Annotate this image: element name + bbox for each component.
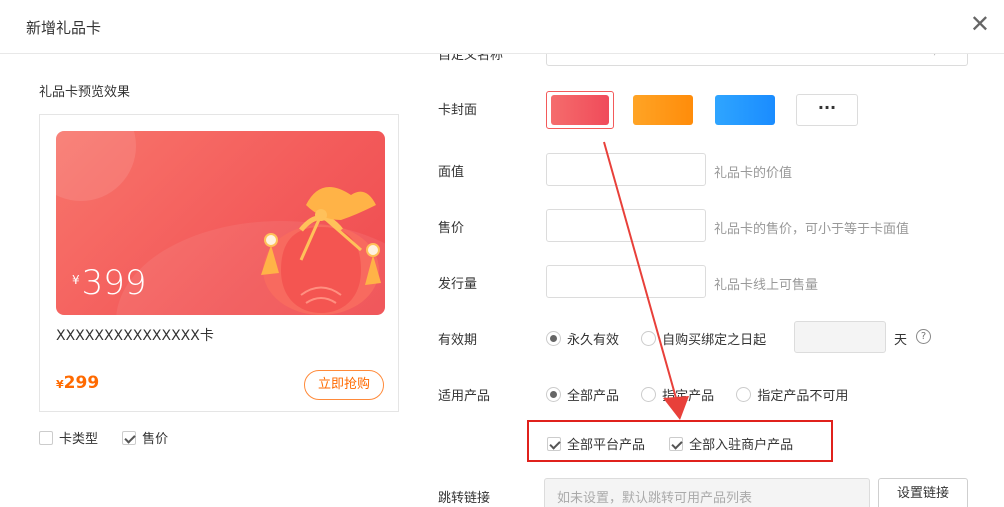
link-label: 跳转链接	[438, 491, 491, 506]
gift-card-preview: ¥399	[56, 131, 385, 315]
from-purchase-label: 自购买绑定之日起	[662, 333, 767, 348]
radio-excluded-products[interactable]	[736, 387, 752, 402]
sale-price: ¥299	[56, 373, 99, 393]
excluded-products-label: 指定产品不可用	[757, 389, 849, 404]
price-checkbox[interactable]	[122, 430, 137, 445]
all-platform-products-option[interactable]: 全部平台产品	[547, 434, 645, 453]
quantity-hint: 礼品卡线上可售量	[714, 278, 819, 293]
radio-from-purchase[interactable]	[641, 331, 657, 346]
validity-permanent[interactable]: 永久有效	[546, 329, 619, 348]
link-input[interactable]: 如未设置，默认跳转可用产品列表	[544, 478, 870, 507]
help-icon[interactable]: ?	[916, 329, 931, 344]
dialog-header: 新增礼品卡 ✕	[0, 0, 1004, 54]
specified-products-label: 指定产品	[662, 389, 715, 404]
highlight-annotation-box: 全部平台产品 全部入驻商户产品	[527, 420, 833, 462]
close-icon[interactable]: ✕	[970, 12, 990, 36]
lucky-bag-illustration	[261, 187, 381, 315]
currency-symbol: ¥	[72, 273, 80, 287]
sale-currency: ¥	[56, 378, 64, 391]
price-option-label: 售价	[142, 432, 169, 447]
price-option[interactable]: 售价	[122, 428, 168, 447]
sale-price-number: 299	[63, 373, 100, 393]
card-type-label: 卡类型	[59, 432, 99, 447]
buy-now-button[interactable]: 立即抢购	[304, 370, 384, 400]
all-products-label: 全部产品	[567, 389, 620, 404]
all-merchant-products-label: 全部入驻商户产品	[689, 438, 794, 453]
card-name: XXXXXXXXXXXXXXX卡	[56, 328, 214, 344]
all-platform-products-label: 全部平台产品	[567, 438, 646, 453]
quantity-input[interactable]	[546, 265, 706, 298]
preview-panel: ¥399 XXXXXXXXXXXXXXX卡 ¥299 立即抢购	[39, 114, 399, 412]
validity-radio-group: 永久有效 自购买绑定之日起	[546, 329, 784, 348]
preview-options: 卡类型 售价	[39, 428, 188, 447]
products-excluded[interactable]: 指定产品不可用	[736, 385, 848, 404]
validity-label: 有效期	[438, 333, 478, 348]
cover-label: 卡封面	[438, 103, 478, 118]
validity-days-input[interactable]	[794, 321, 886, 353]
set-link-button[interactable]: 设置链接	[878, 478, 968, 507]
days-unit-label: 天	[894, 333, 908, 348]
link-placeholder: 如未设置，默认跳转可用产品列表	[557, 491, 753, 506]
products-all[interactable]: 全部产品	[546, 385, 619, 404]
more-covers-button[interactable]: ···	[796, 94, 858, 126]
card-type-option[interactable]: 卡类型	[39, 428, 98, 447]
permanent-label: 永久有效	[567, 333, 620, 348]
validity-from-purchase[interactable]: 自购买绑定之日起	[641, 329, 766, 348]
preview-label: 礼品卡预览效果	[39, 85, 131, 100]
card-type-checkbox[interactable]	[39, 430, 53, 445]
all-merchant-products-option[interactable]: 全部入驻商户产品	[669, 434, 793, 453]
price-hint: 礼品卡的售价，可小于等于卡面值	[714, 222, 910, 237]
product-scope-checkboxes: 全部平台产品 全部入驻商户产品	[547, 434, 813, 453]
radio-specified-products[interactable]	[641, 387, 657, 402]
dialog-title: 新增礼品卡	[26, 19, 102, 37]
price-input[interactable]	[546, 209, 706, 242]
face-value-number: 399	[81, 263, 147, 303]
face-value-hint: 礼品卡的价值	[714, 166, 793, 181]
cover-swatch-orange[interactable]	[633, 95, 693, 125]
card-face-value: ¥399	[72, 263, 147, 303]
radio-all-products[interactable]	[546, 387, 561, 402]
face-value-label: 面值	[438, 165, 465, 180]
face-value-input[interactable]	[546, 153, 706, 186]
quantity-label: 发行量	[438, 277, 478, 292]
cover-swatch-red[interactable]	[546, 91, 614, 129]
products-radio-group: 全部产品 指定产品 指定产品不可用	[546, 385, 866, 404]
all-platform-products-checkbox[interactable]	[547, 436, 561, 451]
cover-swatch-blue[interactable]	[715, 95, 775, 125]
radio-permanent[interactable]	[546, 331, 561, 346]
all-merchant-products-checkbox[interactable]	[669, 436, 684, 451]
price-label: 售价	[438, 221, 465, 236]
products-label: 适用产品	[438, 389, 491, 404]
products-specified[interactable]: 指定产品	[641, 385, 714, 404]
